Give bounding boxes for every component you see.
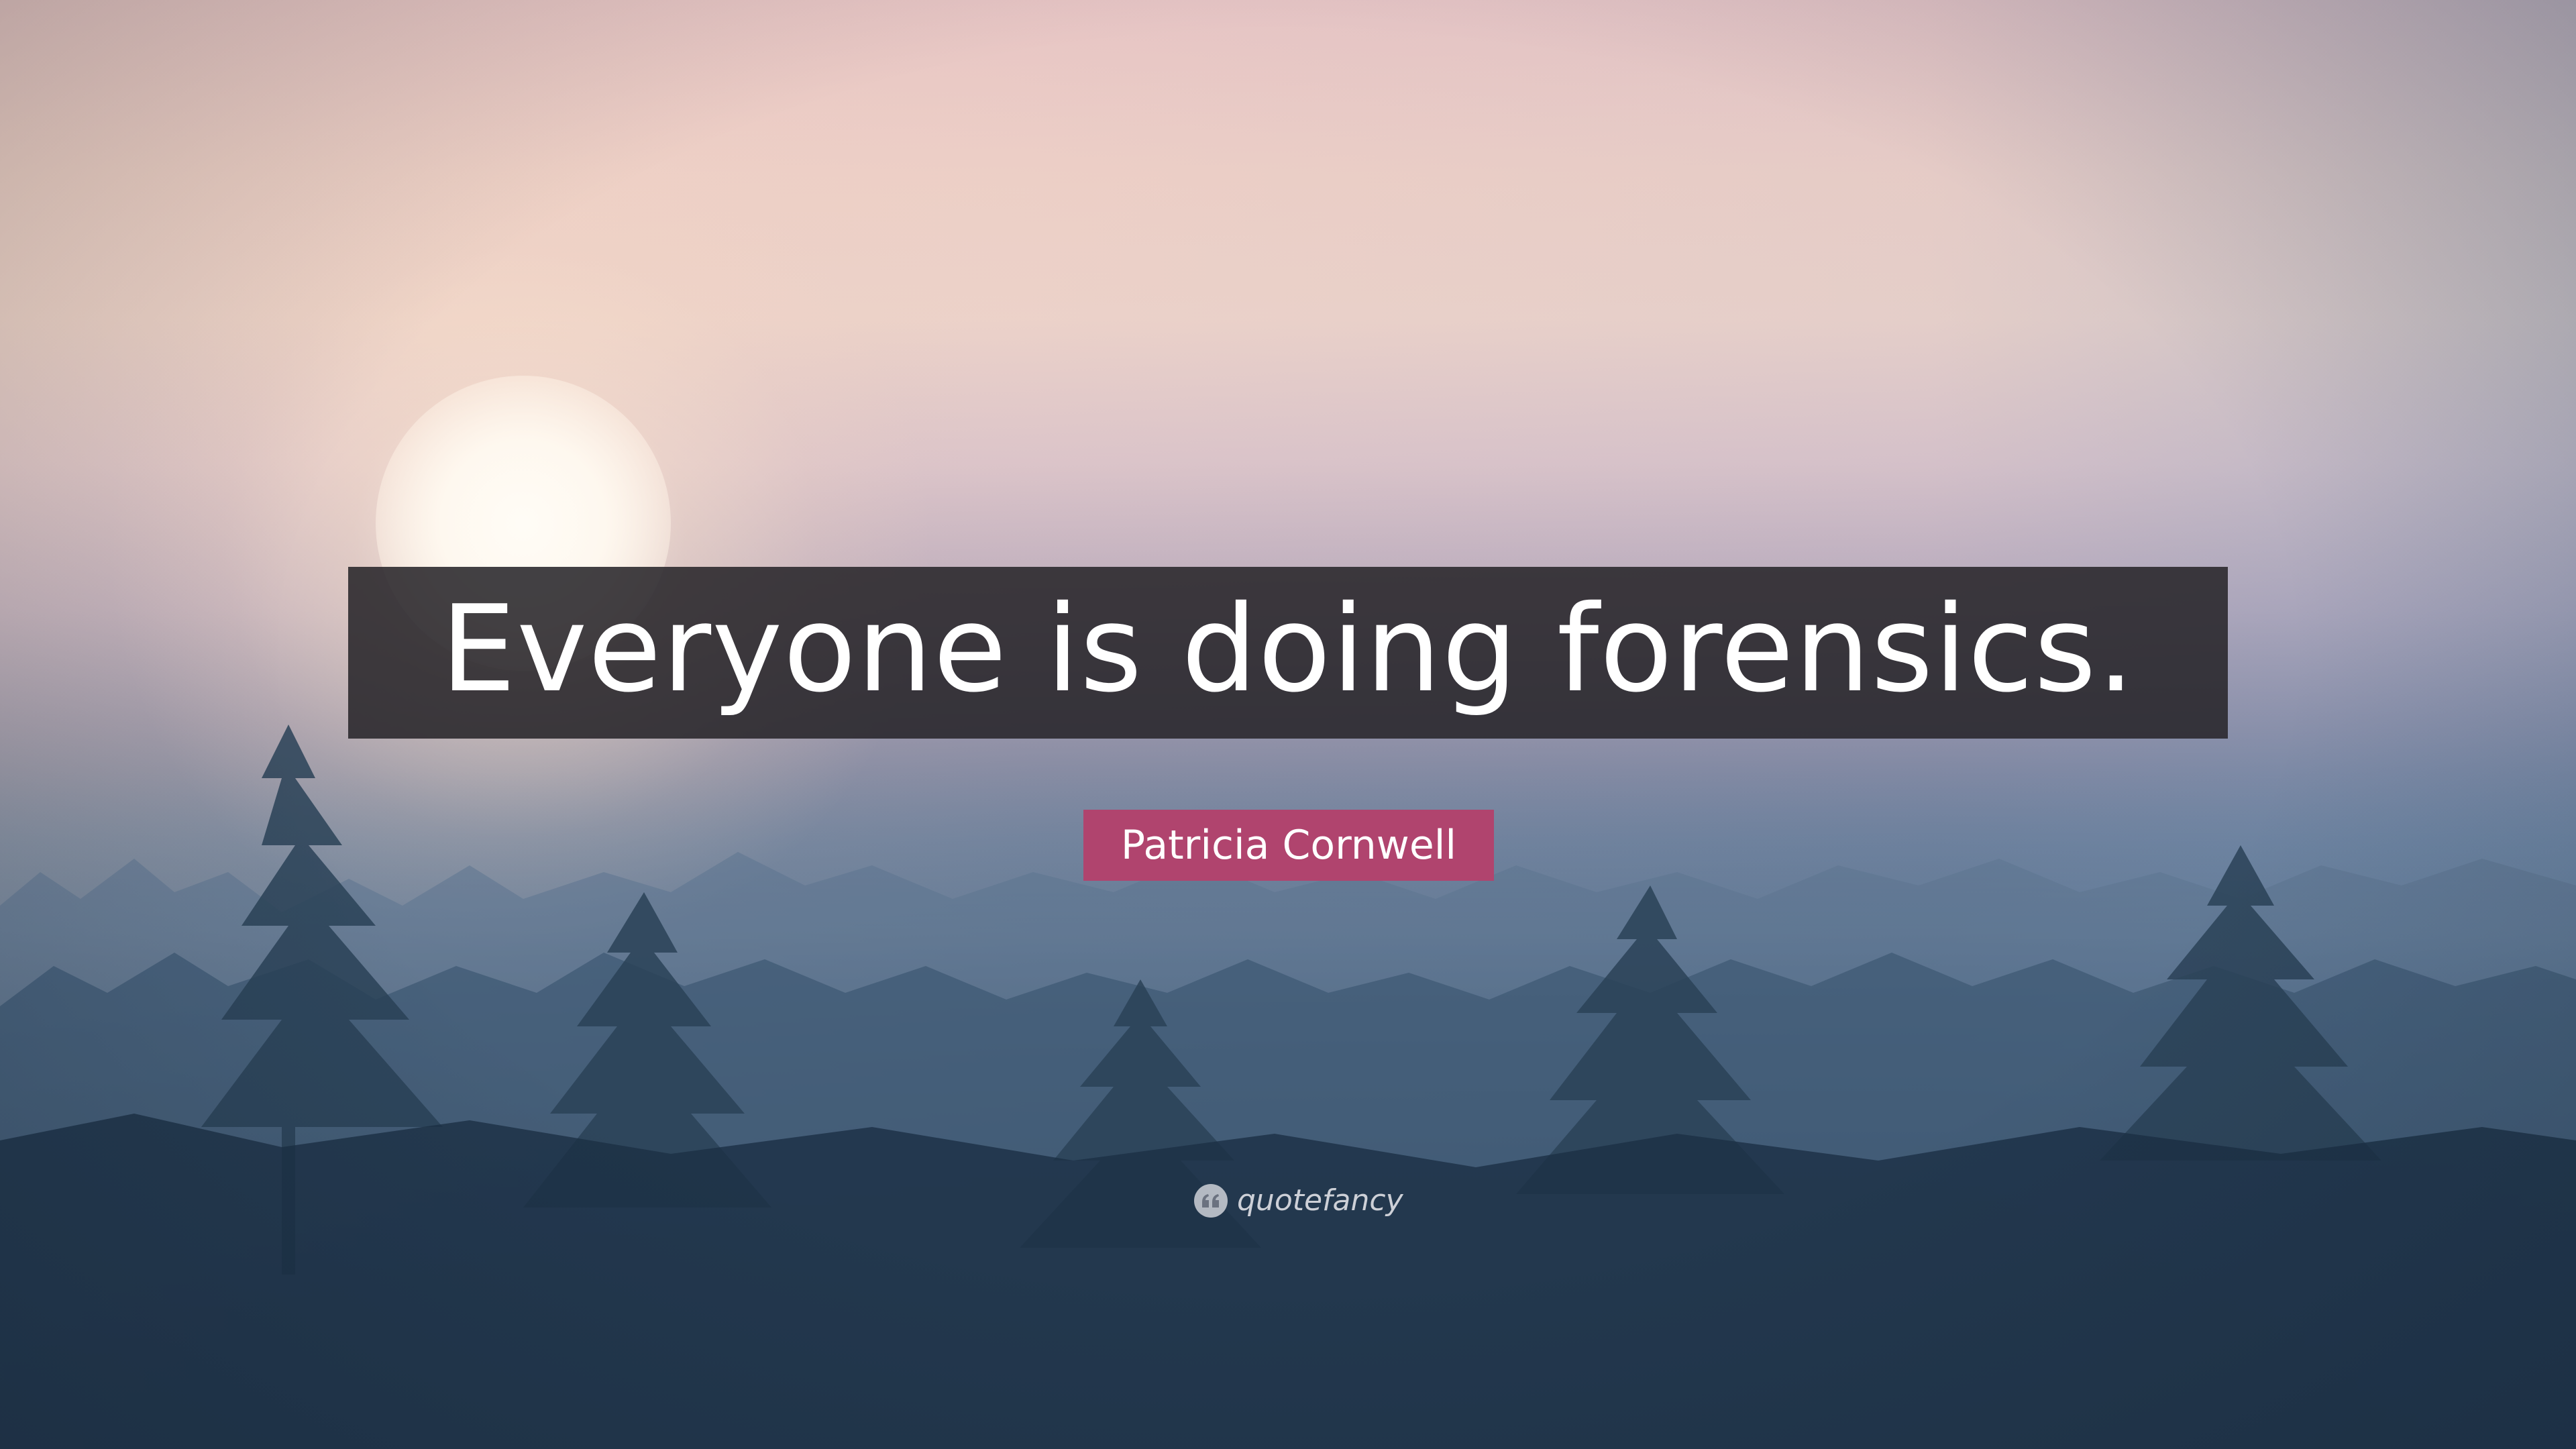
author-badge[interactable]: Patricia Cornwell [1083,810,1494,881]
brand-watermark: quotefancy [1194,1182,1403,1220]
quote-marks-icon [1194,1184,1228,1218]
brand-name: quotefancy [1237,1183,1403,1218]
quote-text: Everyone is doing forensics. [440,580,2136,718]
quote-box: Everyone is doing forensics. [348,567,2228,739]
author-name: Patricia Cornwell [1120,822,1457,869]
